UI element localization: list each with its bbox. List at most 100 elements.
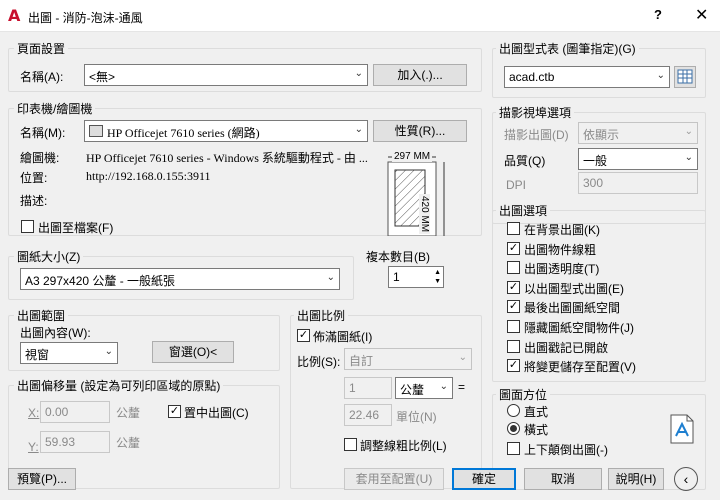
- what-to-plot-value: 視窗: [25, 348, 50, 362]
- plot-option-label: 出圖透明度(T): [524, 262, 600, 277]
- center-plot-label: 置中出圖(C): [184, 406, 249, 420]
- cancel-button[interactable]: 取消: [524, 468, 602, 490]
- chevron-down-icon: ⌄: [326, 272, 335, 283]
- plot-option-checkbox[interactable]: [507, 320, 520, 333]
- plot-offset-label: 出圖偏移量 (設定為可列印區域的原點): [14, 377, 224, 394]
- page-a-icon: [670, 414, 694, 444]
- plot-to-file-checkbox[interactable]: [21, 220, 34, 233]
- portrait-radio[interactable]: [507, 404, 520, 417]
- upside-down-label: 上下顛倒出圖(-): [524, 443, 608, 457]
- plot-option-checkbox[interactable]: ✓: [507, 359, 520, 373]
- paper-size-select[interactable]: A3 297x420 公釐 - 一般紙張 ⌄: [20, 268, 340, 290]
- plot-area-label: 出圖範圍: [14, 307, 69, 324]
- shade-plot-label: 描影出圖(D): [504, 128, 569, 142]
- printer-name-label: 名稱(M):: [20, 126, 66, 140]
- plot-option-label: 出圖戳記已開啟: [524, 340, 609, 355]
- close-icon[interactable]: ✕: [695, 5, 708, 25]
- y-offset-input[interactable]: 59.93: [40, 431, 110, 453]
- dpi-label: DPI: [506, 178, 527, 192]
- paper-width-label: 297 MM: [392, 151, 433, 162]
- plotter-label: 繪圖機:: [20, 151, 60, 165]
- x-offset-input[interactable]: 0.00: [40, 401, 110, 423]
- x-offset-unit: 公釐: [116, 406, 141, 420]
- what-to-plot-label: 出圖內容(W):: [20, 326, 91, 340]
- plot-option-checkbox[interactable]: ✓: [507, 280, 520, 294]
- portrait-label: 直式: [524, 405, 549, 419]
- y-offset-label: Y:: [28, 440, 39, 454]
- table-edit-icon: [677, 69, 693, 84]
- plot-option-checkbox[interactable]: [507, 222, 520, 235]
- scale-numerator-input[interactable]: 1: [344, 377, 392, 399]
- ok-button[interactable]: 確定: [452, 468, 516, 490]
- quality-label: 品質(Q): [504, 154, 546, 168]
- scale-lineweights-checkbox[interactable]: [344, 438, 357, 451]
- help-button[interactable]: 說明(H): [608, 468, 664, 490]
- landscape-orientation-icon: [670, 414, 694, 444]
- apply-to-layout-button[interactable]: 套用至配置(U): [344, 468, 444, 490]
- printer-name-value: HP Officejet 7610 series (網路): [107, 126, 260, 140]
- paper-size-value: A3 297x420 公釐 - 一般紙張: [25, 274, 176, 288]
- spinner-arrows-icon[interactable]: ▲ ▼: [434, 268, 441, 286]
- paper-height-label: 420 MM: [419, 194, 430, 235]
- plot-option-label: 在背景出圖(K): [524, 223, 600, 237]
- autocad-logo-icon: A: [8, 6, 21, 25]
- plot-options-label: 出圖選項: [496, 202, 551, 219]
- printer-icon: [89, 125, 103, 137]
- properties-button[interactable]: 性質(R)...: [373, 120, 467, 142]
- window-button[interactable]: 窗選(O)<: [152, 341, 234, 363]
- copies-spinner[interactable]: 1 ▲ ▼: [388, 266, 444, 288]
- where-value: http://192.168.0.155:3911: [86, 169, 211, 183]
- quality-value: 一般: [583, 154, 608, 168]
- page-setup-name-value: <無>: [89, 70, 116, 84]
- plot-to-file-label: 出圖至檔案(F): [38, 221, 114, 235]
- dpi-input[interactable]: 300: [578, 172, 698, 194]
- collapse-options-icon[interactable]: ‹: [674, 467, 698, 491]
- add-button[interactable]: 加入(.)...: [373, 64, 467, 86]
- y-offset-unit: 公釐: [116, 436, 141, 450]
- center-plot-checkbox[interactable]: ✓: [168, 405, 181, 418]
- plot-option-label: 以出圖型式出圖(E): [524, 281, 624, 296]
- what-to-plot-select[interactable]: 視窗 ⌄: [20, 342, 118, 364]
- scale-select[interactable]: 自訂 ⌄: [344, 348, 472, 370]
- plot-option-checkbox[interactable]: ✓: [507, 241, 520, 255]
- plot-style-select[interactable]: acad.ctb ⌄: [504, 66, 670, 88]
- plot-option-label: 將變更儲存至配置(V): [524, 360, 636, 375]
- plot-option-checkbox[interactable]: [507, 339, 520, 353]
- edit-plot-style-button[interactable]: [674, 66, 696, 88]
- plot-style-value: acad.ctb: [509, 70, 555, 84]
- paper-preview: 297 MM 420 MM: [368, 148, 468, 237]
- dialog-body: 頁面設置 名稱(A): <無> ⌄ 加入(.)... 印表機/繪圖機 名稱(M)…: [0, 32, 720, 500]
- chevron-down-icon: ⌄: [354, 124, 363, 135]
- chevron-down-icon: ⌄: [684, 126, 693, 137]
- scale-unit-select[interactable]: 公釐 ⌄: [395, 377, 453, 399]
- fit-to-paper-label: 佈滿圖紙(I): [313, 330, 373, 344]
- preview-button[interactable]: 預覽(P)...: [8, 468, 76, 490]
- scale-unit-value: 公釐: [400, 383, 425, 397]
- chevron-down-icon: ⌄: [354, 68, 363, 79]
- x-offset-label: X:: [28, 406, 40, 420]
- chevron-down-icon: ⌄: [656, 70, 665, 81]
- scale-value: 自訂: [349, 354, 374, 368]
- printer-name-select[interactable]: HP Officejet 7610 series (網路) ⌄: [84, 120, 368, 142]
- shade-plot-select[interactable]: 依顯示 ⌄: [578, 122, 698, 144]
- chevron-down-icon: ⌄: [458, 352, 467, 363]
- upside-down-checkbox[interactable]: [507, 442, 520, 455]
- plotter-value: HP Officejet 7610 series - Windows 系統驅動程…: [86, 151, 368, 165]
- description-label: 描述:: [20, 194, 48, 208]
- fit-to-paper-checkbox[interactable]: ✓: [297, 329, 310, 342]
- quality-select[interactable]: 一般 ⌄: [578, 148, 698, 170]
- plot-option-checkbox[interactable]: [507, 261, 520, 275]
- plot-option-checkbox[interactable]: ✓: [507, 300, 520, 314]
- equals-label: =: [458, 380, 466, 394]
- window-title: 出圖 - 消防-泡沫-通風: [28, 11, 143, 25]
- plot-option-label: 隱藏圖紙空間物件(J): [524, 321, 634, 335]
- page-setup-name-select[interactable]: <無> ⌄: [84, 64, 368, 86]
- printer-group-label: 印表機/繪圖機: [14, 100, 96, 117]
- help-icon[interactable]: ?: [654, 7, 662, 22]
- landscape-radio[interactable]: [507, 422, 520, 435]
- paper-size-label: 圖紙大小(Z): [14, 248, 84, 265]
- plot-scale-label: 出圖比例: [294, 307, 349, 324]
- landscape-label: 橫式: [524, 423, 549, 437]
- scale-label: 比例(S):: [297, 355, 341, 369]
- scale-units-input[interactable]: 22.46: [344, 404, 392, 426]
